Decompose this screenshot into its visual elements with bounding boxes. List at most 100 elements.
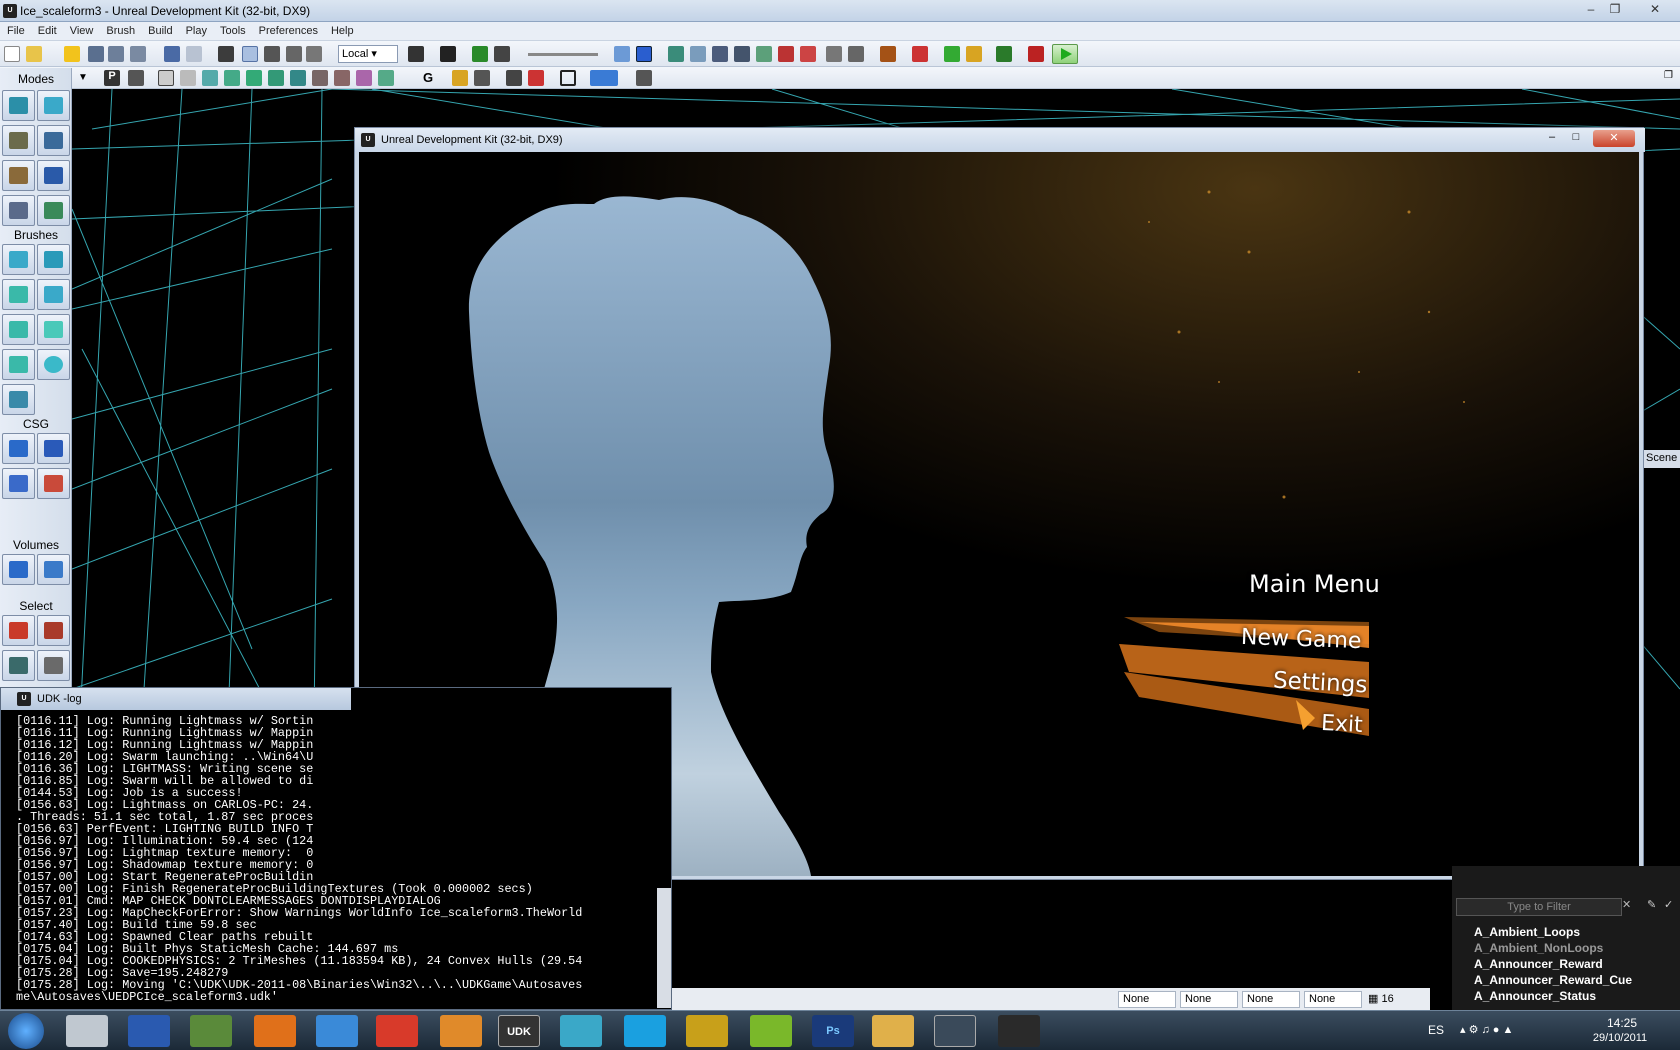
exit-button[interactable]: Exit (1320, 711, 1363, 738)
volume-classes-button[interactable] (37, 554, 70, 585)
messenger-icon[interactable] (560, 1015, 602, 1047)
scaleform-icon[interactable] (998, 1015, 1040, 1047)
game-view-icon[interactable] (636, 46, 652, 62)
select-all-button[interactable] (2, 650, 35, 681)
favorite-star-icon[interactable] (64, 46, 80, 62)
kismet-icon[interactable] (440, 46, 456, 62)
dropbox-icon[interactable] (316, 1015, 358, 1047)
texture-mode-button[interactable] (2, 160, 35, 191)
package-icon[interactable] (966, 46, 982, 62)
csg-deintersect-button[interactable] (37, 468, 70, 499)
sheet-brush-button[interactable] (37, 314, 70, 345)
light-complexity-icon[interactable] (290, 70, 306, 86)
photoshop-icon[interactable]: Ps (812, 1015, 854, 1047)
matinee-icon[interactable] (494, 46, 510, 62)
package-item[interactable]: A_Announcer_Status (1474, 989, 1596, 1003)
linear-stair-button[interactable] (2, 314, 35, 345)
clock-time[interactable]: 14:25 (1592, 1016, 1652, 1030)
coordinate-system-select[interactable]: Local ▾ (338, 45, 398, 63)
lightmap-density-icon[interactable] (356, 70, 372, 86)
curved-stair-button[interactable] (2, 279, 35, 310)
wireframe-icon[interactable] (180, 70, 196, 86)
save-icon[interactable] (88, 46, 104, 62)
mesh-paint-button[interactable] (37, 160, 70, 191)
menu-file[interactable]: File (0, 22, 31, 37)
brush-wireframe-icon[interactable] (158, 70, 174, 86)
build-lighting-icon[interactable] (690, 46, 706, 62)
camera-speed-icon[interactable] (506, 70, 522, 86)
restore-viewport-icon[interactable]: ❐ (1664, 70, 1673, 81)
detail-lighting-icon[interactable] (246, 70, 262, 86)
game-maximize-button[interactable]: □ (1565, 131, 1587, 147)
build-paths-icon[interactable] (712, 46, 728, 62)
move-mode-button[interactable] (37, 125, 70, 156)
log-scrollbar[interactable] (657, 888, 671, 1008)
add-volume-button[interactable] (2, 554, 35, 585)
media-player-icon[interactable] (440, 1015, 482, 1047)
slider-track[interactable] (528, 53, 598, 56)
build-cover-icon[interactable] (734, 46, 750, 62)
package-item[interactable]: A_Ambient_Loops (1474, 925, 1580, 939)
menu-tools[interactable]: Tools (213, 22, 252, 37)
game-minimize-button[interactable]: – (1541, 131, 1563, 147)
play-in-editor-icon[interactable] (912, 46, 928, 62)
perspective-p-icon[interactable]: P (104, 70, 120, 86)
k-green-icon[interactable] (472, 46, 488, 62)
restore-button[interactable]: ❐ (1604, 1, 1626, 18)
texture-density-icon[interactable] (312, 70, 328, 86)
swarm-icon[interactable] (778, 46, 794, 62)
unlit-icon[interactable] (202, 70, 218, 86)
foliage-mode-button[interactable] (37, 195, 70, 226)
sphere-brush-button[interactable] (37, 349, 70, 380)
steam-icon[interactable] (934, 1015, 976, 1047)
csg-add-button[interactable] (2, 433, 35, 464)
undo-icon[interactable] (164, 46, 180, 62)
lightmass-icon[interactable] (800, 46, 816, 62)
play-button[interactable] (1052, 44, 1078, 64)
menu-build[interactable]: Build (141, 22, 178, 37)
save-copy-icon[interactable] (130, 46, 146, 62)
menu-brush[interactable]: Brush (99, 22, 141, 37)
chrome-icon[interactable] (376, 1015, 418, 1047)
mobile-preview-icon[interactable] (944, 46, 960, 62)
nonuniform-scale-icon[interactable] (306, 46, 322, 62)
pencil-icon[interactable]: ✎ (1647, 898, 1656, 911)
cylinder-brush-button[interactable] (37, 279, 70, 310)
viewport-options-icon[interactable] (636, 70, 652, 86)
settings-button[interactable]: Settings (1272, 668, 1368, 699)
camera-mode-button[interactable] (2, 90, 35, 121)
rotate-icon[interactable] (264, 46, 280, 62)
realtime-icon[interactable] (614, 46, 630, 62)
lit-icon[interactable] (224, 70, 240, 86)
terrain-mode-button[interactable] (2, 125, 35, 156)
package-filter-input[interactable]: Type to Filter (1456, 898, 1622, 916)
build-geometry-icon[interactable] (668, 46, 684, 62)
csg-subtract-button[interactable] (37, 433, 70, 464)
hide-selected-button[interactable] (37, 615, 70, 646)
explorer-icon[interactable] (872, 1015, 914, 1047)
play-from-here-icon[interactable] (590, 70, 618, 86)
quicktime-icon[interactable] (686, 1015, 728, 1047)
windows-start-icon[interactable] (8, 1013, 44, 1049)
firefox-icon[interactable] (254, 1015, 296, 1047)
clock-date[interactable]: 29/10/2011 (1582, 1032, 1658, 1044)
udk-taskbar-icon[interactable]: UDK (498, 1015, 540, 1047)
new-file-icon[interactable] (4, 46, 20, 62)
select-cursor-icon[interactable] (218, 46, 234, 62)
realtime-preview-icon[interactable] (528, 70, 544, 86)
cube-brush-button[interactable] (2, 244, 35, 275)
volumetric-brush-button[interactable] (2, 384, 35, 415)
skype-icon[interactable] (624, 1015, 666, 1047)
lock-icon[interactable] (452, 70, 468, 86)
redo-icon[interactable] (186, 46, 202, 62)
show-selected-button[interactable] (2, 615, 35, 646)
pin-icon[interactable] (128, 70, 144, 86)
game-mode-g-icon[interactable]: G (420, 70, 436, 86)
package-item[interactable]: A_Announcer_Reward_Cue (1474, 973, 1632, 987)
tray-icons[interactable]: ▴ ⚙ ♫ ● ▲ (1460, 1023, 1513, 1036)
checkmark-icon[interactable]: ✓ (1664, 898, 1673, 911)
scene-tab[interactable]: Scene (1644, 450, 1680, 468)
landscape-mode-button[interactable] (2, 195, 35, 226)
save-all-icon[interactable] (108, 46, 124, 62)
menu-help[interactable]: Help (324, 22, 360, 37)
